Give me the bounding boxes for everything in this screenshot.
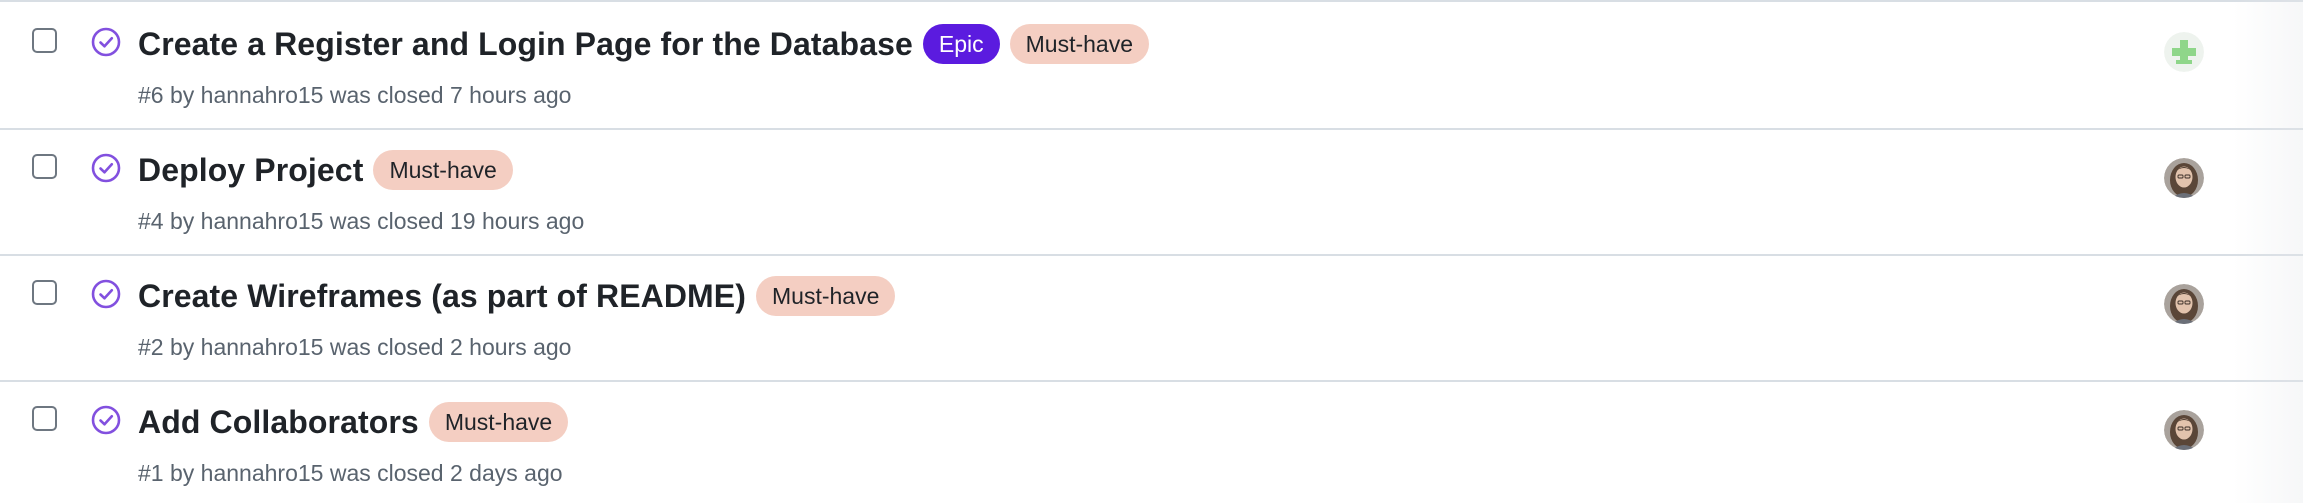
issue-meta: #4 by hannahro15 was closed 19 hours ago [138, 208, 585, 234]
label-must-have[interactable]: Must-have [373, 150, 513, 190]
issue-title-line: Add Collaborators Must-have [138, 400, 569, 444]
label-must-have[interactable]: Must-have [428, 402, 569, 442]
closed-issue-check-icon [91, 405, 121, 435]
closed-issue-check-icon [91, 279, 121, 309]
issue-select-checkbox[interactable] [32, 154, 57, 179]
issue-select-checkbox[interactable] [32, 406, 57, 431]
issue-title-line: Create a Register and Login Page for the… [138, 22, 1150, 66]
user-photo-avatar[interactable] [2164, 284, 2204, 324]
issue-row: Create Wireframes (as part of README) Mu… [0, 256, 2303, 382]
issue-meta: #2 by hannahro15 was closed 2 hours ago [138, 334, 572, 360]
issue-meta: #1 by hannahro15 was closed 2 days ago [138, 460, 563, 486]
issue-meta: #6 by hannahro15 was closed 7 hours ago [138, 82, 572, 108]
user-photo-avatar[interactable] [2164, 410, 2204, 450]
label-must-have[interactable]: Must-have [756, 276, 896, 316]
issue-title-link[interactable]: Add Collaborators [138, 404, 419, 441]
issue-title-link[interactable]: Create Wireframes (as part of README) [138, 278, 746, 315]
closed-issue-check-icon [91, 27, 121, 57]
label-epic[interactable]: Epic [922, 24, 1000, 64]
issue-row: Deploy Project Must-have #4 by hannahro1… [0, 130, 2303, 256]
issue-select-checkbox[interactable] [32, 28, 57, 53]
label-must-have[interactable]: Must-have [1009, 24, 1150, 64]
issue-title-link[interactable]: Create a Register and Login Page for the… [138, 26, 913, 63]
closed-issue-check-icon [91, 153, 121, 183]
identicon-avatar[interactable] [2164, 32, 2204, 72]
issue-list: Create a Register and Login Page for the… [0, 0, 2303, 503]
user-photo-avatar[interactable] [2164, 158, 2204, 198]
list-top-border [0, 0, 2303, 2]
issue-title-line: Deploy Project Must-have [138, 148, 513, 192]
issue-select-checkbox[interactable] [32, 280, 57, 305]
issue-title-link[interactable]: Deploy Project [138, 152, 363, 189]
issue-row: Create a Register and Login Page for the… [0, 4, 2303, 130]
issue-title-line: Create Wireframes (as part of README) Mu… [138, 274, 896, 318]
issue-row: Add Collaborators Must-have #1 by hannah… [0, 382, 2303, 503]
